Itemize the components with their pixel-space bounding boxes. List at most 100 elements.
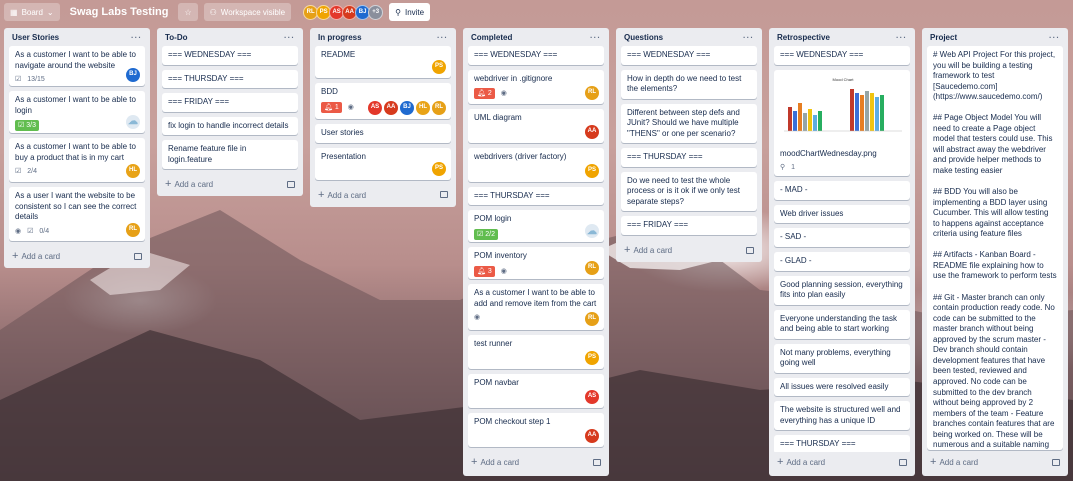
star-button[interactable]: ☆ — [178, 3, 198, 21]
list-cards[interactable]: === WEDNESDAY === Mood Chart moodChartWe… — [774, 46, 910, 452]
card[interactable]: fix login to handle incorrect details — [162, 116, 298, 136]
card-template-icon[interactable] — [593, 458, 601, 466]
member-avatar[interactable]: AS — [585, 390, 599, 405]
list-menu-icon[interactable]: ··· — [1049, 33, 1060, 42]
list-menu-icon[interactable]: ··· — [284, 33, 295, 42]
list-title[interactable]: User Stories — [12, 33, 59, 42]
list-title[interactable]: In progress — [318, 33, 362, 42]
card-template-icon[interactable] — [899, 458, 907, 466]
card[interactable]: As a customer I want to be able to add a… — [468, 284, 604, 331]
member-avatar[interactable]: RL — [432, 101, 446, 115]
list-title[interactable]: To-Do — [165, 33, 188, 42]
card[interactable]: webdrivers (driver factory) PS — [468, 147, 604, 182]
list-cards[interactable]: === WEDNESDAY === webdriver in .gitignor… — [468, 46, 604, 452]
card[interactable]: === FRIDAY === — [162, 93, 298, 112]
add-card-button[interactable]: + Add a card — [468, 452, 604, 470]
card[interactable]: As a customer I want to be able to navig… — [9, 46, 145, 86]
list-menu-icon[interactable]: ··· — [131, 33, 142, 42]
card[interactable]: POM login ☑ 2/2 ☁ — [468, 210, 604, 243]
list-menu-icon[interactable]: ··· — [896, 33, 907, 42]
card[interactable]: POM checkout step 1 AA — [468, 413, 604, 448]
member-avatar[interactable]: PS — [432, 60, 446, 74]
card[interactable]: As a customer I want to be able to login… — [9, 91, 145, 133]
card[interactable]: The website is structured well and every… — [774, 401, 910, 431]
card[interactable]: === FRIDAY === — [621, 216, 757, 236]
card[interactable]: Presentation PS — [315, 147, 451, 180]
member-avatar[interactable]: RL — [126, 223, 140, 237]
card[interactable]: Rename feature file in login.feature — [162, 140, 298, 170]
card[interactable]: - GLAD - — [774, 251, 910, 271]
card[interactable]: === THURSDAY === — [468, 186, 604, 206]
card-template-icon[interactable] — [1052, 458, 1060, 466]
card[interactable]: UML diagram AA — [468, 108, 604, 143]
card[interactable]: test runner PS — [468, 335, 604, 370]
member-avatar[interactable]: HL — [416, 101, 430, 115]
card[interactable]: Web driver issues — [774, 204, 910, 224]
card-template-icon[interactable] — [746, 246, 754, 254]
cloud-avatar-icon[interactable]: ☁ — [126, 115, 140, 129]
member-avatar[interactable]: HL — [126, 164, 140, 178]
add-card-button[interactable]: + Add a card — [162, 174, 298, 192]
card-template-icon[interactable] — [287, 180, 295, 188]
cloud-avatar-icon[interactable]: ☁ — [585, 224, 599, 239]
visibility-button[interactable]: ⚇ Workspace visible — [203, 3, 292, 21]
card[interactable]: - SAD - — [774, 228, 910, 247]
add-card-button[interactable]: + Add a card — [774, 452, 910, 470]
member-avatar[interactable]: PS — [585, 351, 599, 366]
member-avatar[interactable]: AA — [585, 429, 599, 444]
list-menu-icon[interactable]: ··· — [437, 33, 448, 42]
list-menu-icon[interactable]: ··· — [743, 33, 754, 42]
card[interactable]: === WEDNESDAY === — [468, 46, 604, 65]
card[interactable]: === WEDNESDAY === — [774, 46, 910, 65]
member-avatar[interactable]: RL — [585, 85, 599, 100]
card[interactable]: POM inventory 🔔︎ 3 ◉ RL — [468, 247, 604, 280]
card[interactable]: README PS — [315, 46, 451, 78]
member-avatar[interactable]: BJ — [400, 101, 414, 115]
invite-button[interactable]: ⚲ Invite — [389, 3, 431, 21]
list-title[interactable]: Questions — [624, 33, 663, 42]
member-avatar[interactable]: RL — [585, 261, 599, 276]
card[interactable]: webdriver in .gitignore 🔔︎ 2 ◉ RL — [468, 69, 604, 104]
card[interactable]: === THURSDAY === — [621, 148, 757, 167]
card[interactable]: As a customer I want to be able to buy a… — [9, 138, 145, 182]
card[interactable]: As a user I want the website to be consi… — [9, 187, 145, 241]
card[interactable]: POM navbar AS — [468, 374, 604, 409]
list-title[interactable]: Retrospective — [777, 33, 830, 42]
card[interactable]: Everyone understanding the task and bein… — [774, 309, 910, 339]
add-card-button[interactable]: + Add a card — [9, 246, 145, 264]
list-cards[interactable]: # Web API Project For this project, you … — [927, 46, 1063, 452]
member-avatar[interactable]: AS — [368, 101, 382, 115]
member-avatar[interactable]: AA — [585, 124, 599, 139]
card[interactable]: Do we need to test the whole process or … — [621, 171, 757, 212]
card[interactable]: All issues were resolved easily — [774, 377, 910, 397]
board-title[interactable]: Swag Labs Testing — [66, 6, 173, 18]
member-avatar[interactable]: AA — [384, 101, 398, 115]
card[interactable]: # Web API Project For this project, you … — [927, 46, 1063, 450]
card-template-icon[interactable] — [134, 252, 142, 260]
list-title[interactable]: Project — [930, 33, 957, 42]
more-members-button[interactable]: +3 — [368, 4, 384, 20]
list-title[interactable]: Completed — [471, 33, 512, 42]
add-card-button[interactable]: + Add a card — [621, 240, 757, 258]
card[interactable]: Mood Chart moodChartWednesday.png ⚲ 1 — [774, 69, 910, 177]
card[interactable]: Different between step defs and JUnit? S… — [621, 103, 757, 144]
card[interactable]: BDD 🔔︎ 1 ◉ AS AA BJ HL RL — [315, 83, 451, 119]
member-avatar[interactable]: RL — [585, 312, 599, 327]
card[interactable]: How in depth do we need to test the elem… — [621, 69, 757, 99]
card[interactable]: Good planning session, everything fits i… — [774, 275, 910, 305]
card[interactable]: User stories — [315, 124, 451, 143]
card[interactable]: === THURSDAY === — [774, 435, 910, 452]
card[interactable]: - MAD - — [774, 181, 910, 200]
member-avatar[interactable]: PS — [585, 163, 599, 178]
member-avatar[interactable]: PS — [432, 161, 446, 176]
add-card-button[interactable]: + Add a card — [927, 452, 1063, 470]
card[interactable]: === WEDNESDAY === — [162, 46, 298, 65]
card[interactable]: === THURSDAY === — [162, 69, 298, 89]
add-card-button[interactable]: + Add a card — [315, 185, 451, 203]
card[interactable]: Not many problems, everything going well — [774, 343, 910, 373]
list-menu-icon[interactable]: ··· — [590, 33, 601, 42]
member-avatar[interactable]: BJ — [126, 68, 140, 82]
card-template-icon[interactable] — [440, 191, 448, 199]
card[interactable]: === WEDNESDAY === — [621, 46, 757, 65]
board-view-switcher[interactable]: ▦ Board ⌄ — [4, 3, 60, 21]
